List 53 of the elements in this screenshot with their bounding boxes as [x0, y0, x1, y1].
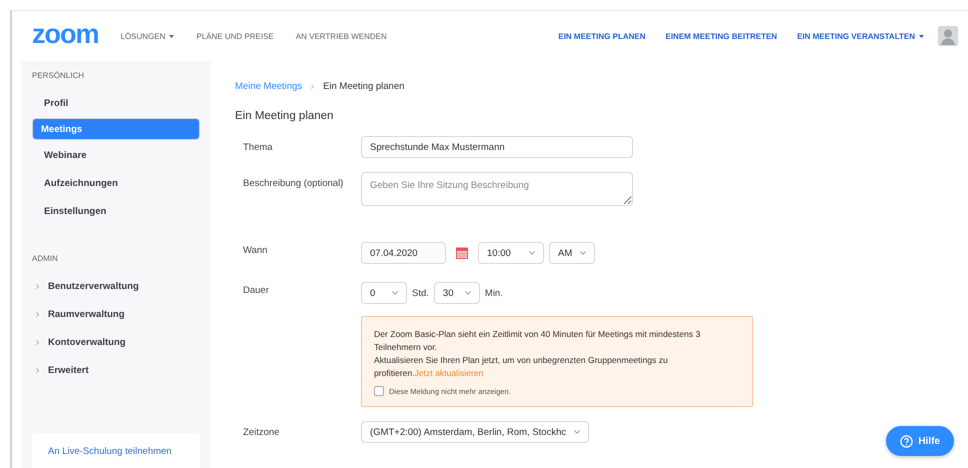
sidebar-item[interactable]: Meetings	[32, 118, 200, 140]
nav-link[interactable]: EIN MEETING PLANEN	[558, 32, 646, 40]
field-label: Zeitzone	[243, 426, 280, 438]
sidebar-item[interactable]: Kontoverwaltung	[32, 329, 200, 355]
help-icon	[900, 434, 914, 448]
sidebar-item[interactable]: Erweitert	[32, 357, 200, 383]
topic-field[interactable]: Sprechstunde Max Mustermann	[361, 136, 633, 158]
sidebar-item[interactable]: Raumverwaltung	[32, 301, 200, 327]
section-heading: ADMIN	[32, 254, 59, 263]
avatar-icon[interactable]	[938, 26, 958, 46]
description-field[interactable]: Geben Sie Ihre Sitzung Beschreibung	[361, 172, 633, 206]
caret-icon	[169, 34, 174, 38]
unit-label: Std.	[412, 288, 429, 298]
nav-link[interactable]: LÖSUNGEN	[120, 32, 174, 40]
breadcrumb-separator-icon	[311, 84, 314, 89]
training-link[interactable]: An Live-Schulung teilnehmen	[48, 446, 172, 456]
chevron-icon	[36, 312, 39, 316]
time-select[interactable]: 10:00	[478, 242, 544, 264]
chevron-icon	[36, 284, 39, 288]
chevron-icon	[36, 340, 39, 344]
chevron-down-icon	[574, 430, 580, 434]
period-select[interactable]: AM	[549, 242, 595, 264]
chevron-down-icon	[529, 251, 535, 255]
field-label: Dauer	[243, 284, 270, 296]
nav-link[interactable]: AN VERTRIEB WENDEN	[296, 32, 387, 40]
field-label: Wann	[243, 244, 268, 256]
nav-link[interactable]: PLÄNE UND PREISE	[196, 32, 274, 40]
timezone-select[interactable]: (GMT+2:00) Amsterdam, Berlin, Rom, Stockhc	[361, 421, 590, 443]
calendar-icon[interactable]	[456, 247, 468, 259]
checkbox[interactable]	[374, 386, 384, 396]
sidebar-item[interactable]: Benutzerverwaltung	[32, 273, 200, 299]
unit-label: Min.	[484, 288, 503, 298]
chevron-icon	[36, 368, 39, 372]
sidebar-item[interactable]: Webinare	[32, 142, 200, 168]
field-label: Beschreibung (optional)	[243, 177, 344, 189]
sidebar-item[interactable]: Aufzeichnungen	[32, 170, 200, 196]
chevron-down-icon	[464, 291, 471, 295]
field-label: Thema	[243, 141, 274, 153]
caret-icon	[919, 34, 924, 38]
section-heading: PERSÖNLICH	[32, 71, 86, 80]
notice-text: Der Zoom Basic-Plan sieht ein Zeitlimit von 40 Minuten für Meetings mit mindestens 3 Teilnehmern vor.	[374, 328, 702, 354]
chevron-down-icon	[580, 251, 586, 255]
sidebar-item[interactable]: Profil	[32, 90, 200, 116]
hours-select[interactable]: 0	[361, 282, 407, 304]
breadcrumb-current: Ein Meeting planen	[323, 81, 404, 92]
sidebar-item[interactable]: Einstellungen	[32, 198, 200, 224]
date-field[interactable]: 07.04.2020	[361, 242, 446, 264]
notice-text: Aktualisieren Sie Ihren Plan jetzt, um von unbegrenzten Gruppenmeetings zu profitieren.Jetzt aktualisieren	[374, 354, 669, 380]
page-title: Ein Meeting planen	[235, 110, 334, 122]
minutes-select[interactable]: 30	[434, 282, 480, 304]
chevron-down-icon	[392, 291, 398, 295]
nav-link[interactable]: EINEM MEETING BEITRETEN	[666, 32, 778, 40]
nav-link[interactable]: EIN MEETING VERANSTALTEN	[797, 32, 924, 40]
